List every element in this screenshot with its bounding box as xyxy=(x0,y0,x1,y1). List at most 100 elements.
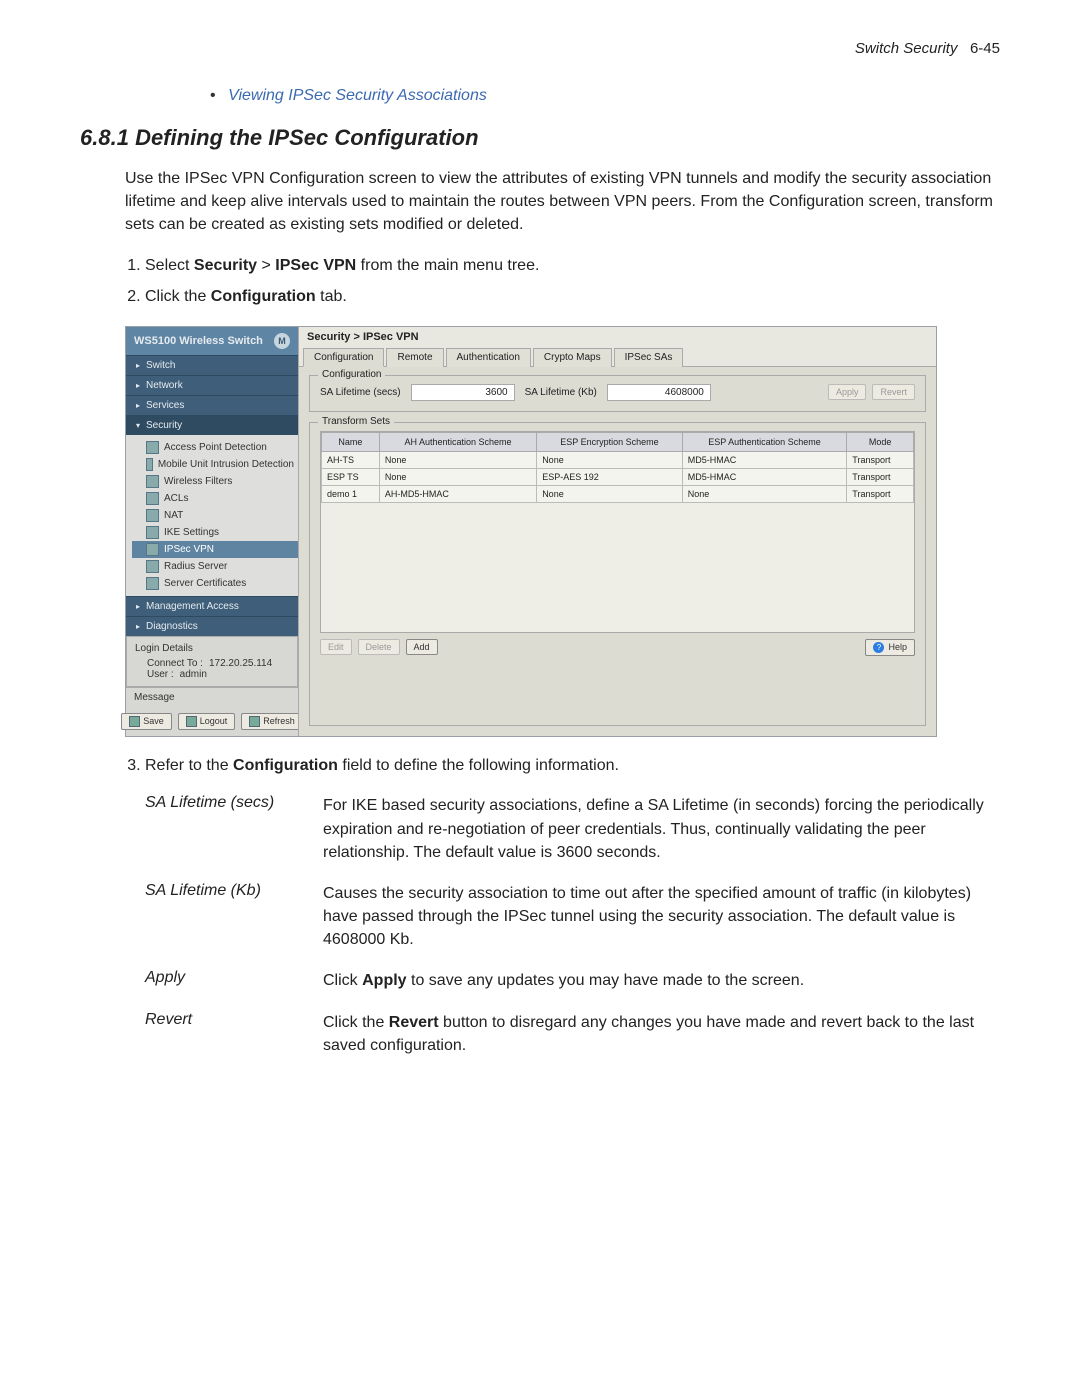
tree-icon xyxy=(146,526,159,539)
user-value: admin xyxy=(180,669,207,680)
tab-bar: Configuration Remote Authentication Cryp… xyxy=(299,347,936,367)
def-row: SA Lifetime (Kb) Causes the security ass… xyxy=(145,882,1000,952)
save-button[interactable]: Save xyxy=(121,713,172,730)
step-3: Refer to the Configuration field to defi… xyxy=(145,753,1000,779)
chevron-right-icon: ▸ xyxy=(136,381,140,390)
nav-management-access[interactable]: ▸Management Access xyxy=(126,596,298,616)
transform-sets-grid[interactable]: Name AH Authentication Scheme ESP Encryp… xyxy=(320,431,915,633)
tree-icon xyxy=(146,560,159,573)
refresh-icon xyxy=(249,716,260,727)
tree-ike-settings[interactable]: IKE Settings xyxy=(132,524,298,541)
add-button[interactable]: Add xyxy=(406,639,438,655)
chevron-down-icon: ▾ xyxy=(136,421,140,430)
intro-paragraph: Use the IPSec VPN Configuration screen t… xyxy=(125,167,1000,237)
tree-icon xyxy=(146,441,159,454)
definitions-table: SA Lifetime (secs) For IKE based securit… xyxy=(145,794,1000,1057)
connect-to-label: Connect To : xyxy=(147,658,203,669)
transform-sets-legend: Transform Sets xyxy=(318,416,394,427)
nav-services[interactable]: ▸Services xyxy=(126,395,298,415)
sa-lifetime-kb-input[interactable]: 4608000 xyxy=(607,384,711,401)
save-icon xyxy=(129,716,140,727)
nav-switch[interactable]: ▸Switch xyxy=(126,355,298,375)
configuration-fieldset: Configuration SA Lifetime (secs) 3600 SA… xyxy=(309,375,926,412)
sa-lifetime-secs-input[interactable]: 3600 xyxy=(411,384,515,401)
sa-lifetime-secs-label: SA Lifetime (secs) xyxy=(320,387,401,398)
table-row[interactable]: demo 1 AH-MD5-HMAC None None Transport xyxy=(322,485,914,502)
help-button[interactable]: ?Help xyxy=(865,639,915,656)
col-name[interactable]: Name xyxy=(322,432,380,451)
logout-button[interactable]: Logout xyxy=(178,713,236,730)
tab-authentication[interactable]: Authentication xyxy=(446,348,531,367)
chevron-right-icon: ▸ xyxy=(136,361,140,370)
refresh-button[interactable]: Refresh xyxy=(241,713,303,730)
tree-icon xyxy=(146,458,153,471)
message-label: Message xyxy=(134,692,175,703)
def-row: SA Lifetime (secs) For IKE based securit… xyxy=(145,794,1000,864)
def-desc: Click the Revert button to disregard any… xyxy=(323,1011,1000,1057)
brand-bar: WS5100 Wireless Switch M xyxy=(126,327,298,355)
bullet-icon: • xyxy=(210,87,216,104)
col-ah-auth[interactable]: AH Authentication Scheme xyxy=(379,432,536,451)
tree-server-certificates[interactable]: Server Certificates xyxy=(132,575,298,592)
header-title: Switch Security xyxy=(855,40,958,57)
sidebar: WS5100 Wireless Switch M ▸Switch ▸Networ… xyxy=(126,327,298,736)
tree-nat[interactable]: NAT xyxy=(132,507,298,524)
section-number: 6.8.1 xyxy=(80,125,129,150)
delete-button[interactable]: Delete xyxy=(358,639,400,655)
col-mode[interactable]: Mode xyxy=(847,432,914,451)
configuration-legend: Configuration xyxy=(318,369,385,380)
breadcrumb: Security > IPSec VPN xyxy=(299,327,936,347)
def-desc: Causes the security association to time … xyxy=(323,882,1000,952)
def-desc: Click Apply to save any updates you may … xyxy=(323,969,1000,992)
tab-remote[interactable]: Remote xyxy=(386,348,443,367)
step-list: Select Security > IPSec VPN from the mai… xyxy=(125,253,1000,310)
col-esp-auth[interactable]: ESP Authentication Scheme xyxy=(682,432,847,451)
section-heading: 6.8.1 Defining the IPSec Configuration xyxy=(80,125,1000,151)
sidebar-button-row: Save Logout Refresh xyxy=(126,707,298,736)
def-term: Revert xyxy=(145,1011,305,1057)
embedded-screenshot: WS5100 Wireless Switch M ▸Switch ▸Networ… xyxy=(125,326,937,737)
col-esp-enc[interactable]: ESP Encryption Scheme xyxy=(537,432,683,451)
step-2: Click the Configuration tab. xyxy=(145,284,1000,310)
tree-icon xyxy=(146,509,159,522)
def-row: Apply Click Apply to save any updates yo… xyxy=(145,969,1000,992)
tab-crypto-maps[interactable]: Crypto Maps xyxy=(533,348,612,367)
def-term: Apply xyxy=(145,969,305,992)
tree-acls[interactable]: ACLs xyxy=(132,490,298,507)
header-page-number: 6-45 xyxy=(970,40,1000,57)
connect-to-value: 172.20.25.114 xyxy=(209,658,272,669)
tree-icon xyxy=(146,577,159,590)
edit-button[interactable]: Edit xyxy=(320,639,352,655)
section-title-text: Defining the IPSec Configuration xyxy=(135,125,478,150)
tab-ipsec-sas[interactable]: IPSec SAs xyxy=(614,348,684,367)
nav-diagnostics[interactable]: ▸Diagnostics xyxy=(126,616,298,636)
def-term: SA Lifetime (secs) xyxy=(145,794,305,864)
tree-mobile-unit-intrusion[interactable]: Mobile Unit Intrusion Detection xyxy=(132,456,298,473)
def-desc: For IKE based security associations, def… xyxy=(323,794,1000,864)
main-pane: Security > IPSec VPN Configuration Remot… xyxy=(298,327,936,736)
brand-badge-icon: M xyxy=(274,333,290,349)
tree-radius-server[interactable]: Radius Server xyxy=(132,558,298,575)
table-row[interactable]: ESP TS None ESP-AES 192 MD5-HMAC Transpo… xyxy=(322,468,914,485)
def-term: SA Lifetime (Kb) xyxy=(145,882,305,952)
tree-icon xyxy=(146,543,159,556)
nav-security[interactable]: ▾Security xyxy=(126,415,298,435)
message-panel: Message xyxy=(126,687,298,707)
apply-button[interactable]: Apply xyxy=(828,384,867,400)
sa-lifetime-kb-label: SA Lifetime (Kb) xyxy=(525,387,597,398)
step-1: Select Security > IPSec VPN from the mai… xyxy=(145,253,1000,279)
tree-ipsec-vpn[interactable]: IPSec VPN xyxy=(132,541,298,558)
table-row[interactable]: AH-TS None None MD5-HMAC Transport xyxy=(322,451,914,468)
tab-configuration[interactable]: Configuration xyxy=(303,348,384,367)
nav-network[interactable]: ▸Network xyxy=(126,375,298,395)
tree-wireless-filters[interactable]: Wireless Filters xyxy=(132,473,298,490)
tree-icon xyxy=(146,492,159,505)
cross-ref-bullet: • Viewing IPSec Security Associations xyxy=(210,87,1000,105)
step-list-cont: Refer to the Configuration field to defi… xyxy=(125,753,1000,779)
chevron-right-icon: ▸ xyxy=(136,622,140,631)
revert-button[interactable]: Revert xyxy=(872,384,915,400)
cross-ref-link[interactable]: Viewing IPSec Security Associations xyxy=(228,87,487,104)
chevron-right-icon: ▸ xyxy=(136,602,140,611)
security-tree: Access Point Detection Mobile Unit Intru… xyxy=(126,435,298,596)
tree-access-point-detection[interactable]: Access Point Detection xyxy=(132,439,298,456)
